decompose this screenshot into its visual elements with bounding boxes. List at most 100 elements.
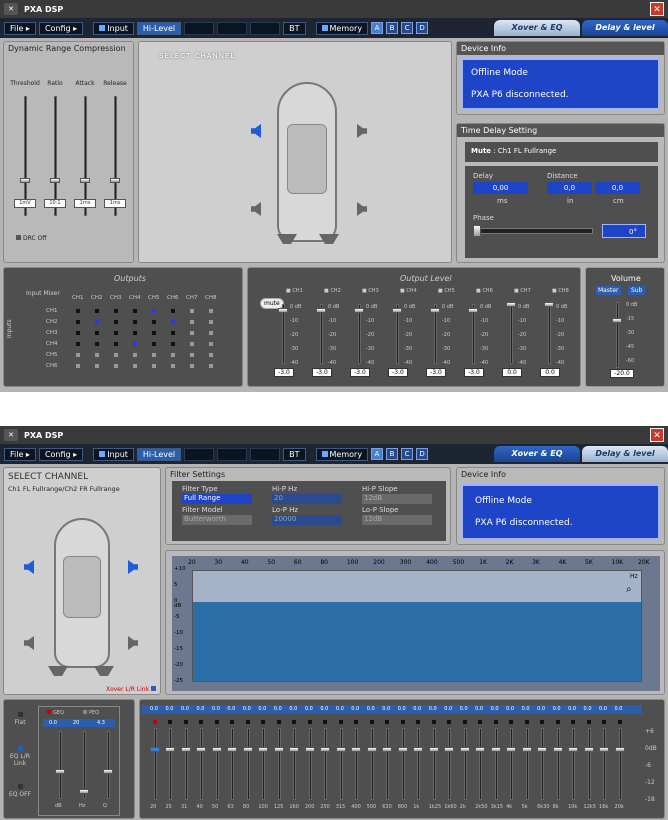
level-slider-ch2[interactable] bbox=[320, 304, 323, 364]
eq-band-handle[interactable] bbox=[506, 747, 517, 752]
eq-band-slider[interactable] bbox=[494, 728, 498, 800]
level-value-ch4[interactable]: -3.0 bbox=[388, 368, 408, 377]
eq-link-button[interactable]: EQ L/R Link bbox=[8, 746, 32, 767]
eq-band-toggle[interactable] bbox=[230, 720, 235, 724]
eq-band-slider[interactable] bbox=[339, 728, 343, 800]
eq-band-toggle[interactable] bbox=[555, 720, 560, 724]
hips-select[interactable]: 12dB bbox=[362, 494, 432, 504]
drc-slider-handle-3[interactable] bbox=[110, 178, 120, 183]
memory-d-button[interactable]: D bbox=[416, 448, 429, 460]
bt-button[interactable]: BT bbox=[283, 21, 306, 35]
eq-band-slider[interactable] bbox=[154, 728, 157, 800]
volume-slider[interactable] bbox=[616, 302, 619, 368]
filter-type-select[interactable]: Full Range bbox=[182, 494, 252, 504]
level-mute-ch3[interactable]: ■ CH3 bbox=[362, 288, 379, 294]
config-menu[interactable]: Config ▸ bbox=[38, 447, 84, 461]
eq-band-toggle[interactable] bbox=[385, 720, 390, 724]
level-value-ch8[interactable]: 0.0 bbox=[540, 368, 560, 377]
eq-band-toggle[interactable] bbox=[478, 720, 483, 724]
mixer-cell[interactable] bbox=[76, 353, 80, 357]
eq-band-toggle[interactable] bbox=[447, 720, 452, 724]
memory-c-button[interactable]: C bbox=[401, 22, 414, 34]
mixer-cell[interactable] bbox=[95, 309, 99, 313]
speaker-rr-icon[interactable] bbox=[128, 636, 138, 650]
eq-band-toggle[interactable] bbox=[354, 720, 359, 724]
mixer-cell[interactable] bbox=[114, 309, 118, 313]
eq-band-handle[interactable] bbox=[413, 747, 424, 752]
level-mute-ch1[interactable]: ■ CH1 bbox=[286, 288, 303, 294]
eq-band-handle[interactable] bbox=[351, 747, 362, 752]
mixer-cell[interactable] bbox=[171, 320, 175, 324]
eq-band-handle[interactable] bbox=[196, 747, 207, 752]
speaker-rl-icon[interactable] bbox=[24, 636, 34, 650]
eq-band-slider[interactable] bbox=[200, 728, 204, 800]
drc-slider-1[interactable] bbox=[54, 96, 57, 216]
eq-band-handle[interactable] bbox=[428, 747, 439, 752]
eq-band-handle[interactable] bbox=[382, 747, 393, 752]
level-slider-ch3[interactable] bbox=[358, 304, 361, 364]
memory-a-button[interactable]: A bbox=[371, 22, 384, 34]
memory-b-button[interactable]: B bbox=[386, 448, 399, 460]
mixer-cell[interactable] bbox=[209, 320, 213, 324]
level-mute-ch5[interactable]: ■ CH5 bbox=[438, 288, 455, 294]
mixer-cell[interactable] bbox=[152, 309, 156, 313]
eq-band-slider[interactable] bbox=[169, 728, 173, 800]
mixer-cell[interactable] bbox=[190, 342, 194, 346]
mixer-cell[interactable] bbox=[190, 309, 194, 313]
bt-button[interactable]: BT bbox=[283, 447, 306, 461]
mixer-cell[interactable] bbox=[171, 353, 175, 357]
close-icon[interactable]: ✕ bbox=[650, 2, 664, 16]
eq-band-slider[interactable] bbox=[417, 728, 421, 800]
eq-band-handle[interactable] bbox=[552, 747, 563, 752]
mixer-cell[interactable] bbox=[171, 309, 175, 313]
distance-in-field[interactable]: 0,0 bbox=[547, 182, 592, 194]
level-mute-ch8[interactable]: ■ CH8 bbox=[552, 288, 569, 294]
mixer-cell[interactable] bbox=[76, 309, 80, 313]
eq-band-toggle[interactable] bbox=[214, 720, 219, 724]
level-value-ch7[interactable]: 0.0 bbox=[502, 368, 522, 377]
level-value-ch1[interactable]: -3.0 bbox=[274, 368, 294, 377]
eq-band-toggle[interactable] bbox=[602, 720, 607, 724]
config-menu[interactable]: Config ▸ bbox=[38, 21, 84, 35]
mixer-cell[interactable] bbox=[114, 364, 118, 368]
input-button[interactable]: Input bbox=[93, 21, 134, 35]
xover-link-toggle[interactable]: Xover L/R Link bbox=[106, 686, 156, 693]
distance-cm-field[interactable]: 0,0 bbox=[595, 182, 640, 194]
mixer-cell[interactable] bbox=[114, 331, 118, 335]
phase-slider-handle[interactable] bbox=[473, 225, 481, 237]
eq-band-handle[interactable] bbox=[490, 747, 501, 752]
eq-band-handle[interactable] bbox=[366, 747, 377, 752]
delay-ms-field[interactable]: 0,00 bbox=[473, 182, 528, 194]
volume-slider-handle[interactable] bbox=[612, 318, 622, 323]
eq-band-handle[interactable] bbox=[242, 747, 253, 752]
mixer-cell[interactable] bbox=[209, 342, 213, 346]
eq-band-slider[interactable] bbox=[231, 728, 235, 800]
mixer-cell[interactable] bbox=[190, 320, 194, 324]
speaker-fr-icon[interactable] bbox=[357, 124, 367, 138]
lops-select[interactable]: 12dB bbox=[362, 515, 432, 525]
speaker-rr-icon[interactable] bbox=[357, 202, 367, 216]
eq-band-slider[interactable] bbox=[541, 728, 545, 800]
eq-band-toggle[interactable] bbox=[400, 720, 405, 724]
eq-band-toggle[interactable] bbox=[369, 720, 374, 724]
eq-band-slider[interactable] bbox=[246, 728, 250, 800]
master-button[interactable]: Master bbox=[596, 286, 621, 295]
file-menu[interactable]: File ▸ bbox=[4, 21, 36, 35]
mixer-cell[interactable] bbox=[190, 364, 194, 368]
mixer-cell[interactable] bbox=[114, 320, 118, 324]
hilevel-button[interactable]: Hi-Level bbox=[136, 447, 182, 461]
drc-slider-2[interactable] bbox=[84, 96, 87, 216]
level-slider-handle[interactable] bbox=[468, 308, 478, 313]
eq-band-toggle[interactable] bbox=[307, 720, 312, 724]
drc-slider-3[interactable] bbox=[114, 96, 117, 216]
speaker-fr-icon[interactable] bbox=[128, 560, 138, 574]
eq-band-toggle[interactable] bbox=[199, 720, 204, 724]
mixer-cell[interactable] bbox=[95, 320, 99, 324]
mixer-cell[interactable] bbox=[152, 320, 156, 324]
memory-c-button[interactable]: C bbox=[401, 448, 414, 460]
mixer-cell[interactable] bbox=[190, 331, 194, 335]
mixer-cell[interactable] bbox=[152, 342, 156, 346]
eq-flat-button[interactable]: Flat bbox=[8, 712, 32, 726]
level-slider-handle[interactable] bbox=[316, 308, 326, 313]
phase-slider[interactable] bbox=[473, 225, 593, 237]
